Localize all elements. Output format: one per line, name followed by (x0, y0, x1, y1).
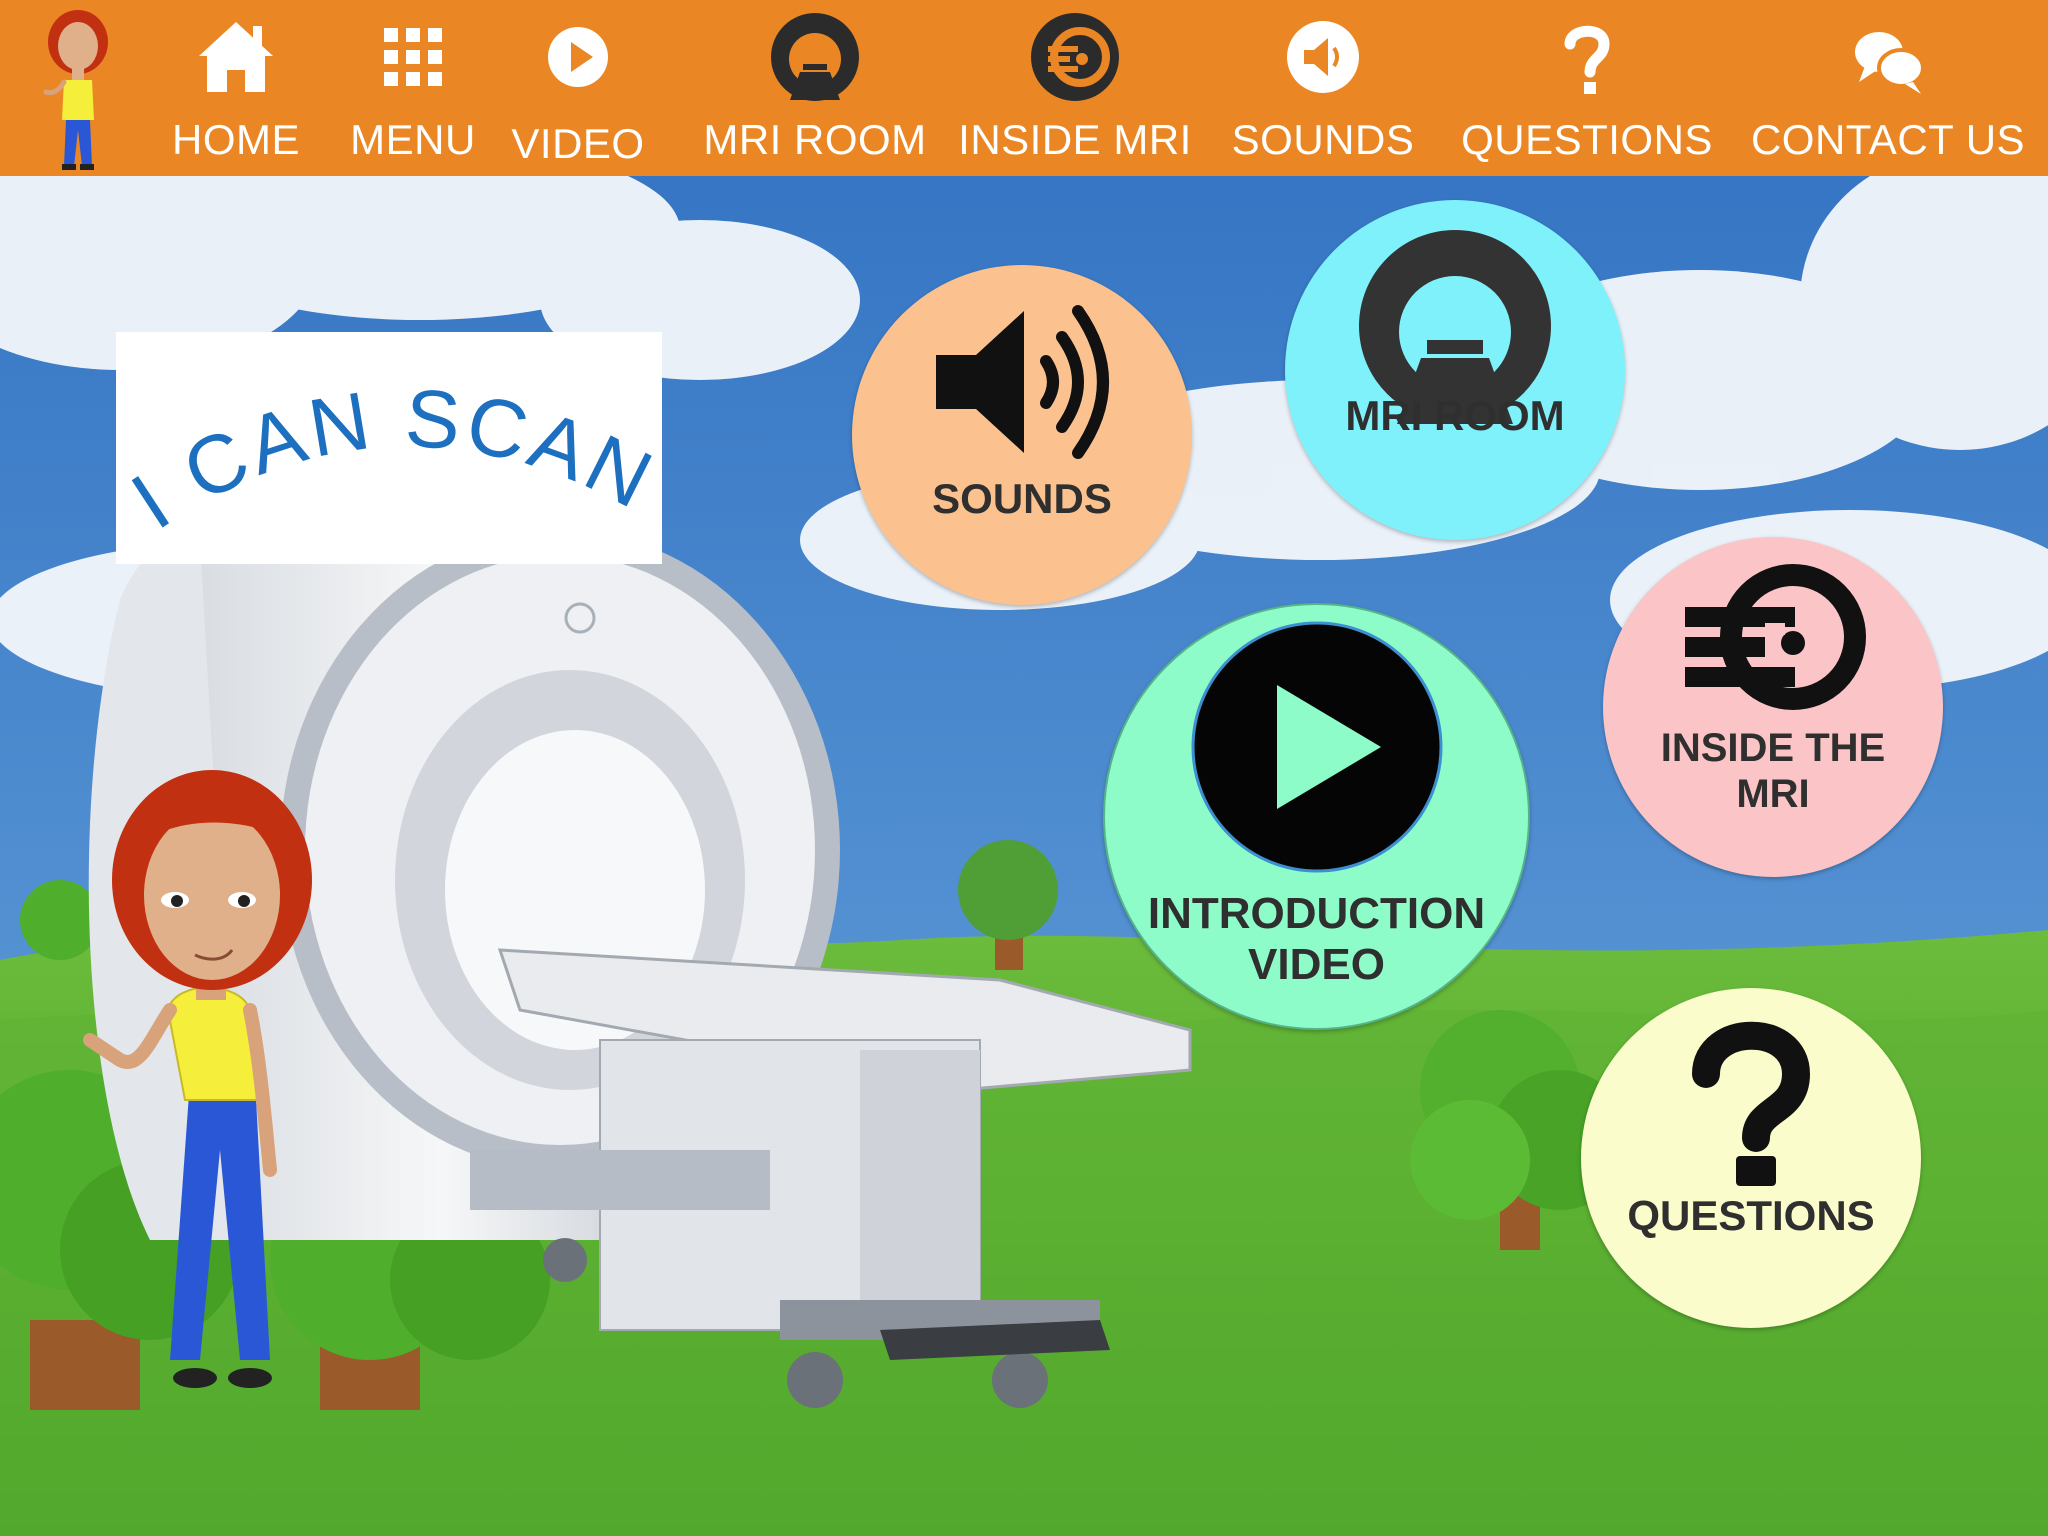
nav-menu[interactable]: MENU (344, 0, 482, 176)
nav-home-label: HOME (172, 116, 300, 163)
home-icon (199, 22, 273, 92)
avatar (43, 10, 108, 170)
inside-the-mri-button[interactable]: INSIDE THE MRI (1603, 537, 1943, 877)
play-icon (548, 27, 608, 87)
mri-room-button[interactable]: MRI ROOM (1285, 200, 1625, 540)
nav-mri-room-label: MRI ROOM (703, 116, 927, 163)
sounds-label: SOUNDS (932, 475, 1112, 522)
nav-inside-mri-label: INSIDE MRI (958, 116, 1192, 163)
inside-mri-icon (1685, 564, 1866, 710)
nav-contact-us[interactable]: CONTACT US (1750, 0, 2026, 176)
nav-questions[interactable]: QUESTIONS (1461, 0, 1713, 176)
speaker-icon (1287, 21, 1359, 93)
chat-bubbles-icon (1855, 32, 1925, 94)
question-icon (1564, 25, 1610, 94)
nav-sounds[interactable]: SOUNDS (1230, 0, 1416, 176)
inside-mri-icon (1031, 13, 1119, 101)
nav-contact-us-label: CONTACT US (1750, 116, 2026, 163)
nav-mri-room[interactable]: MRI ROOM (703, 0, 927, 176)
i-can-scan-logo: I CAN SCAN (116, 332, 665, 564)
introduction-video-button[interactable]: INTRODUCTION VIDEO (1103, 603, 1530, 1030)
play-icon (1191, 621, 1442, 873)
logo-text: I CAN SCAN (116, 373, 664, 547)
inside-the-mri-label-line1: INSIDE THE (1660, 726, 1886, 770)
nav-video-label: VIDEO (511, 120, 645, 167)
speaker-icon (936, 305, 1109, 459)
mri-room-label: MRI ROOM (1345, 392, 1565, 439)
questions-label: QUESTIONS (1627, 1192, 1875, 1239)
question-icon (1692, 1021, 1811, 1186)
introduction-video-label-line2: VIDEO (1248, 939, 1385, 989)
top-nav-bar: HOME MENU VIDEO MRI ROOM INSIDE MRI SOUN… (0, 0, 2048, 176)
nav-home[interactable]: HOME (168, 0, 304, 176)
grid-icon (384, 28, 442, 86)
nav-sounds-label: SOUNDS (1231, 116, 1415, 163)
questions-button[interactable]: QUESTIONS (1581, 988, 1921, 1328)
inside-the-mri-label-line2: MRI (1736, 772, 1810, 816)
nav-questions-label: QUESTIONS (1461, 116, 1713, 163)
nav-video[interactable]: VIDEO (510, 0, 646, 176)
mri-scanner-icon (771, 13, 859, 101)
nav-inside-mri[interactable]: INSIDE MRI (955, 0, 1195, 176)
svg-text:I CAN SCAN: I CAN SCAN (116, 373, 662, 547)
introduction-video-label-line1: INTRODUCTION (1147, 889, 1486, 938)
sounds-button[interactable]: SOUNDS (852, 265, 1192, 605)
nav-menu-label: MENU (350, 116, 476, 163)
logo-arc-text: I CAN SCAN (116, 373, 664, 547)
